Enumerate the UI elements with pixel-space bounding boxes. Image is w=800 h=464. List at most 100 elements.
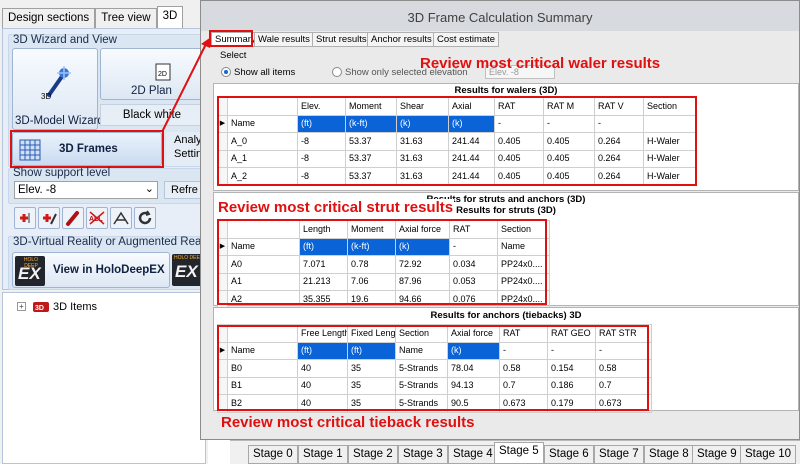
waler-cell: - — [494, 114, 544, 134]
tab-stage-9[interactable]: Stage 9 — [692, 445, 742, 464]
waler-cell: A_0 — [227, 132, 298, 151]
strut-units-row[interactable]: ▶ Name (ft) (k-ft) (k) - Name — [217, 237, 550, 257]
add-strut-icon[interactable] — [38, 207, 60, 229]
waler-cell: (k) — [396, 114, 449, 134]
waler-cell: -8 — [297, 149, 346, 169]
row-selector[interactable] — [217, 376, 228, 396]
settings-label: Settin — [174, 148, 203, 160]
strut-header-row[interactable]: Length Moment Axial force RAT Section — [217, 220, 550, 239]
strut-row[interactable]: A0 7.071 0.78 72.92 0.034 PP24x0.... — [217, 255, 550, 274]
tab-wale-results[interactable]: Wale results — [254, 32, 314, 47]
refresh-icon[interactable] — [134, 207, 156, 229]
strut-cell: A1 — [227, 272, 300, 292]
row-selector[interactable] — [217, 255, 228, 274]
frame-summary-dialog: 3D Frame Calculation Summary Summary Wal… — [200, 0, 800, 440]
tab-stage-3[interactable]: Stage 3 — [398, 445, 448, 464]
waler-row[interactable]: A_0 -8 53.37 31.63 241.44 0.405 0.405 0.264 H-Wa… — [217, 132, 696, 151]
anchor-cell: RAT — [499, 324, 548, 343]
tab-cost-estimate[interactable]: Cost estimate — [433, 32, 500, 47]
waler-cell: -8 — [297, 132, 346, 151]
expand-icon[interactable]: + — [17, 302, 26, 311]
anchor-cell: 0.186 — [547, 376, 596, 396]
waler-header-row[interactable]: Elev. Moment Shear Axial RAT RAT M RAT V Sectio… — [217, 97, 696, 116]
tab-stage-5[interactable]: Stage 5 — [494, 442, 544, 464]
anchor-cell: 0.58 — [499, 359, 548, 378]
waler-cell: Section — [643, 97, 696, 116]
row-selector[interactable] — [217, 272, 228, 292]
model-wizard-button[interactable]: 3D 3D-Model Wizard — [12, 48, 104, 130]
anchor-cell: (ft) — [347, 341, 396, 361]
waler-cell: (k) — [448, 114, 495, 134]
row-selector[interactable] — [217, 394, 228, 413]
marker-icon[interactable] — [62, 207, 84, 229]
holodeep-button[interactable]: HOLO DEEP EX View in HoloDeepEX — [12, 252, 170, 288]
delete-all-icon[interactable]: ALL — [86, 207, 108, 229]
row-selector[interactable]: ▶ — [217, 237, 228, 257]
tab-stage-1[interactable]: Stage 1 — [298, 445, 348, 464]
waler-units-row[interactable]: ▶ Name (ft) (k-ft) (k) (k) - - - — [217, 114, 696, 134]
add-point-icon[interactable] — [14, 207, 36, 229]
strut-row[interactable]: A2 35.355 19.6 94.66 0.076 PP24x0.... — [217, 290, 550, 309]
tab-stage-6[interactable]: Stage 6 — [544, 445, 594, 464]
tab-stage-10[interactable]: Stage 10 — [740, 445, 797, 464]
tab-anchor-results[interactable]: Anchor results — [367, 32, 436, 47]
anchor-cell: RAT GEO — [547, 324, 596, 343]
stage-tab-bar: Stage 0 Stage 1 Stage 2 Stage 3 Stage 4 … — [230, 440, 800, 464]
strut-cell: PP24x0.... — [497, 255, 550, 274]
tab-summary[interactable]: Summary — [211, 32, 260, 47]
row-selector[interactable] — [217, 220, 228, 239]
row-selector[interactable]: ▶ — [217, 341, 228, 361]
strut-cell: 94.66 — [395, 290, 450, 309]
anchor-cell: 0.154 — [547, 359, 596, 378]
tieback-annotation: Review most critical tieback results — [221, 414, 475, 431]
anchor-row[interactable]: B1 40 35 5-Strands 94.13 0.7 0.186 0.7 — [217, 376, 652, 396]
anchor-cell: 94.13 — [447, 376, 500, 396]
row-selector[interactable] — [217, 290, 228, 309]
tab-stage-0[interactable]: Stage 0 — [248, 445, 298, 464]
radio-show-all[interactable]: Show all items — [221, 67, 295, 78]
anchor-cell: 35 — [347, 359, 396, 378]
tab-stage-8[interactable]: Stage 8 — [644, 445, 694, 464]
row-selector[interactable] — [217, 149, 228, 169]
tab-design-sections[interactable]: Design sections — [2, 8, 96, 28]
select-group-label: Select — [220, 50, 247, 61]
anchor-row[interactable]: B0 40 35 5-Strands 78.04 0.58 0.154 0.58 — [217, 359, 652, 378]
frames-3d-button[interactable]: 3D Frames — [12, 132, 162, 166]
tab-tree-view[interactable]: Tree view — [95, 8, 157, 28]
waler-cell: RAT — [494, 97, 544, 116]
tab-stage-4[interactable]: Stage 4 — [448, 445, 498, 464]
waler-cell: 0.405 — [543, 167, 595, 186]
strut-cell: Moment — [347, 220, 396, 239]
row-selector[interactable] — [217, 324, 228, 343]
tab-stage-7[interactable]: Stage 7 — [594, 445, 644, 464]
anchor-cell: 0.7 — [499, 376, 548, 396]
anchor-cell: B0 — [227, 359, 298, 378]
anchor-units-row[interactable]: ▶ Name (ft) (ft) Name (k) - - - — [217, 341, 652, 361]
waler-cell: - — [543, 114, 595, 134]
anchor-row[interactable]: B2 40 35 5-Strands 90.5 0.673 0.179 0.673 — [217, 394, 652, 413]
plan-2d-button[interactable]: 2D 2D Plan — [100, 48, 204, 100]
frame-edit-icon[interactable] — [110, 207, 132, 229]
analysis-label: Analy — [174, 134, 202, 146]
tree-item-3d-items[interactable]: 3D Items — [53, 301, 97, 313]
row-selector[interactable]: ▶ — [217, 114, 228, 134]
anchor-cell: 0.673 — [595, 394, 652, 413]
tab-3d[interactable]: 3D — [156, 6, 184, 28]
row-selector[interactable] — [217, 167, 228, 186]
strut-row[interactable]: A1 21.213 7.06 87.96 0.053 PP24x0.... — [217, 272, 550, 292]
waler-row[interactable]: A_2 -8 53.37 31.63 241.44 0.405 0.405 0.264 H-Wa… — [217, 167, 696, 186]
model-wizard-label: 3D-Model Wizard — [15, 115, 104, 127]
items-3d-icon: 3D — [33, 302, 49, 312]
row-selector[interactable] — [217, 132, 228, 151]
row-selector[interactable] — [217, 359, 228, 378]
row-selector[interactable] — [217, 97, 228, 116]
tab-strut-results[interactable]: Strut results — [312, 32, 371, 47]
support-level-select[interactable]: Elev. -8 ⌄ — [14, 181, 158, 199]
anchor-header-row[interactable]: Free LengthFixed LengthSectionAxial forc… — [217, 324, 652, 343]
strut-cell: Name — [227, 237, 300, 257]
tab-stage-2[interactable]: Stage 2 — [348, 445, 398, 464]
black-white-button[interactable]: Black white — [100, 104, 204, 126]
strut-cell: A2 — [227, 290, 300, 309]
waler-cell: 0.264 — [594, 149, 644, 169]
waler-row[interactable]: A_1 -8 53.37 31.63 241.44 0.405 0.405 0.264 H-Wa… — [217, 149, 696, 169]
